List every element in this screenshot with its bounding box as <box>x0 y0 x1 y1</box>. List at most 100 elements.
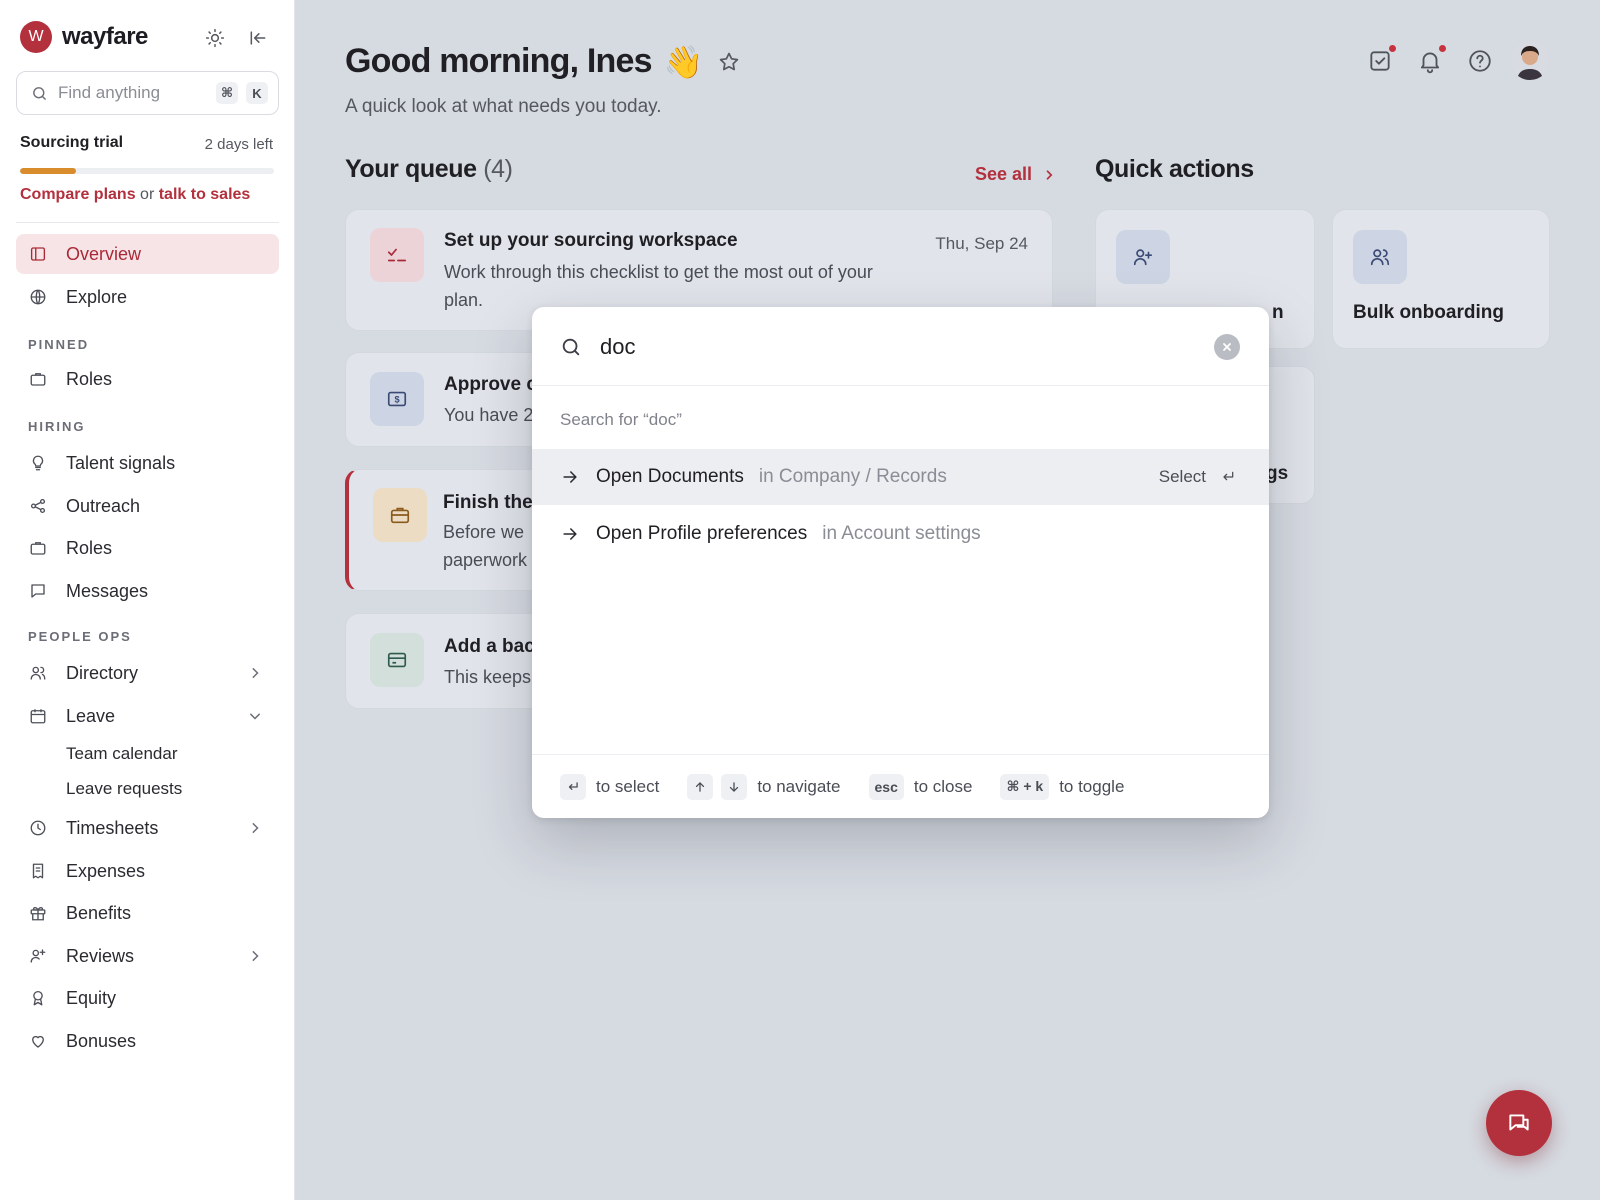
queue-item-date: Thu, Sep 24 <box>935 234 1028 253</box>
sidebar-item-bonuses[interactable]: Bonuses <box>16 1021 279 1061</box>
chevron-down-icon <box>245 706 265 726</box>
see-all-link[interactable]: See all <box>975 164 1058 185</box>
sidebar-search[interactable]: Find anything ⌘ K <box>16 71 279 115</box>
queue-item-title: Approve c <box>444 374 537 395</box>
chat-icon <box>28 581 48 601</box>
chat-support-button[interactable] <box>1486 1090 1552 1156</box>
money-icon: $ <box>370 372 424 426</box>
sidebar-item-directory[interactable]: Directory <box>16 653 279 693</box>
search-icon <box>560 336 584 360</box>
palette-header <box>532 307 1269 386</box>
sidebar-search-placeholder: Find anything <box>58 83 161 102</box>
star-icon[interactable] <box>717 50 741 74</box>
queue-item-title: Set up your sourcing workspace <box>444 230 738 251</box>
cmd-key: ⌘ <box>216 82 238 104</box>
lightbulb-icon <box>28 453 48 473</box>
tasks-icon[interactable] <box>1367 45 1396 74</box>
share-icon <box>28 496 48 516</box>
queue-title-text: Your queue <box>345 155 477 183</box>
sidebar-item-talent-signals[interactable]: Talent signals <box>16 443 279 483</box>
sidebar-subitem-leave-requests[interactable]: Leave requests <box>66 779 182 799</box>
heart-icon <box>28 1031 48 1051</box>
sidebar-item-reviews[interactable]: Reviews <box>16 936 279 976</box>
section-people-ops: PEOPLE OPS <box>28 629 132 644</box>
trial-title: Sourcing trial <box>20 134 124 151</box>
sidebar-item-label: Roles <box>66 368 113 389</box>
palette-search-hint[interactable]: Search for “doc” <box>560 410 682 430</box>
quick-action-bulk-onboarding[interactable]: Bulk onboarding <box>1332 209 1550 349</box>
compare-plans-link[interactable]: Compare plans <box>20 186 136 203</box>
sidebar-item-label: Equity <box>66 987 117 1008</box>
talk-to-sales-link[interactable]: talk to sales <box>159 186 251 203</box>
sidebar-item-label: Bonuses <box>66 1030 137 1051</box>
sidebar-item-label: Explore <box>66 286 128 307</box>
sidebar-item-benefits[interactable]: Benefits <box>16 893 279 933</box>
search-icon <box>31 85 48 102</box>
sidebar-item-roles[interactable]: Roles <box>16 528 279 568</box>
sidebar-item-explore[interactable]: Explore <box>16 277 279 317</box>
select-label: Select <box>1158 467 1206 486</box>
toggle-key: ⌘ + k <box>1000 773 1050 800</box>
trial-links: Compare plans or talk to sales <box>20 186 250 204</box>
clear-search-button[interactable] <box>1214 334 1240 360</box>
receipt-icon <box>28 861 48 881</box>
select-hint: Select <box>1159 467 1236 487</box>
chat-icon <box>1506 1110 1532 1136</box>
svg-text:$: $ <box>394 395 399 405</box>
arrow-right-icon <box>560 524 580 544</box>
chevron-right-icon <box>245 818 265 838</box>
sidebar-item-label: Benefits <box>66 902 132 923</box>
footer-close: to close <box>913 776 973 796</box>
bell-notification-dot <box>1439 45 1446 52</box>
palette-search-input[interactable] <box>600 327 1180 367</box>
avatar[interactable] <box>1510 40 1550 80</box>
chevron-right-icon <box>245 663 265 683</box>
esc-key: esc <box>868 773 904 800</box>
sidebar-item-overview[interactable]: Overview <box>16 234 279 274</box>
sun-icon[interactable] <box>203 26 227 50</box>
k-key: K <box>246 82 268 104</box>
briefcase-icon <box>28 369 48 389</box>
quick-action-label: n <box>1272 302 1284 323</box>
trial-days-left: 2 days left <box>204 136 273 153</box>
trial-progress-fill <box>20 168 76 174</box>
brand-logo: W <box>20 21 52 53</box>
sidebar-item-label: Roles <box>66 537 113 558</box>
queue-title: Your queue (4) <box>345 155 513 184</box>
collapse-sidebar-icon[interactable] <box>246 26 270 50</box>
help-icon[interactable] <box>1467 48 1493 74</box>
arrow-right-icon <box>560 467 580 487</box>
greeting-text: Good morning, Ines <box>345 42 653 80</box>
palette-result-documents[interactable]: Open Documents in Company / Records Sele… <box>532 449 1269 505</box>
brand[interactable]: W wayfare <box>20 21 148 53</box>
sidebar-item-equity[interactable]: Equity <box>16 978 279 1018</box>
trial-progress-bar <box>20 168 274 174</box>
bell-icon[interactable] <box>1417 45 1446 74</box>
sidebar-item-label: Expenses <box>66 860 146 881</box>
palette-result-profile-preferences[interactable]: Open Profile preferences in Account sett… <box>532 506 1269 562</box>
see-all-label: See all <box>975 164 1033 184</box>
sidebar-item-label: Timesheets <box>66 817 159 838</box>
result-location: in Company / Records <box>758 466 947 487</box>
result-name: Open Profile preferences <box>596 523 808 544</box>
section-hiring: HIRING <box>28 419 86 434</box>
sidebar-subitem-team-calendar[interactable]: Team calendar <box>66 744 178 764</box>
sidebar-item-outreach[interactable]: Outreach <box>16 486 279 526</box>
sidebar-item-messages[interactable]: Messages <box>16 571 279 611</box>
layout-icon <box>28 244 48 264</box>
user-star-icon <box>28 946 48 966</box>
arrow-down-key <box>721 773 748 800</box>
sidebar-item-leave[interactable]: Leave <box>16 696 279 736</box>
quick-action-label: Bulk onboarding <box>1353 302 1504 323</box>
clock-icon <box>28 818 48 838</box>
user-plus-icon <box>1116 230 1170 284</box>
command-palette: Search for “doc” Open Documents in Compa… <box>532 307 1269 818</box>
sidebar-item-expenses[interactable]: Expenses <box>16 851 279 891</box>
sidebar-item-pinned-roles[interactable]: Roles <box>16 359 279 399</box>
award-icon <box>28 988 48 1008</box>
briefcase-icon <box>28 538 48 558</box>
sidebar-item-timesheets[interactable]: Timesheets <box>16 808 279 848</box>
result-location: in Account settings <box>822 523 981 544</box>
calendar-icon <box>28 706 48 726</box>
sidebar-item-label: Talent signals <box>66 452 176 473</box>
